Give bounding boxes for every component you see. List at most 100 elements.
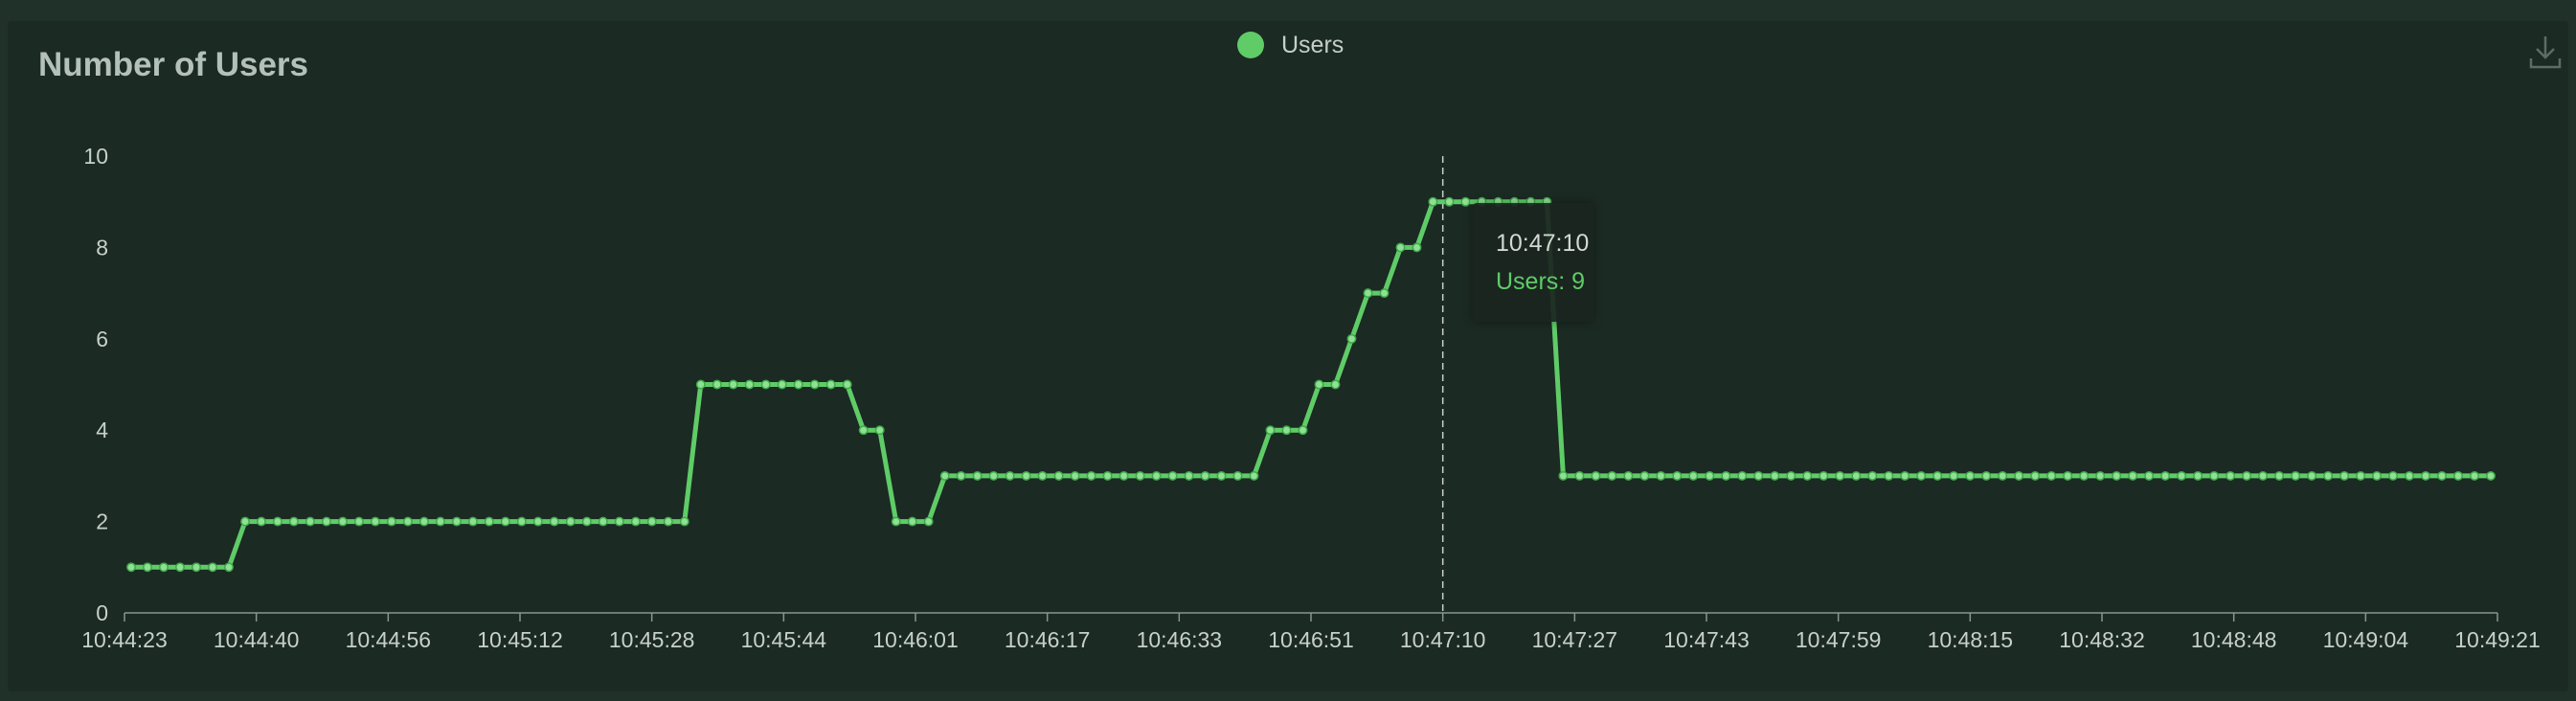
data-point — [1232, 470, 1243, 481]
data-point — [874, 425, 885, 436]
data-point — [1412, 242, 1422, 253]
data-point — [321, 516, 331, 527]
data-point — [240, 516, 250, 527]
data-point — [532, 516, 543, 527]
data-point — [272, 516, 282, 527]
data-point — [581, 516, 592, 527]
data-point — [793, 379, 803, 390]
data-point — [1200, 470, 1210, 481]
tooltip-value: Users: 9 — [1496, 268, 1586, 295]
x-tick-label: 10:45:12 — [477, 627, 563, 652]
data-point — [2437, 470, 2447, 481]
data-point — [663, 516, 673, 527]
data-point — [1770, 470, 1780, 481]
y-tick-label: 0 — [96, 600, 108, 625]
data-point — [2095, 470, 2106, 481]
data-point — [1184, 470, 1194, 481]
x-tick-label: 10:46:17 — [1005, 627, 1091, 652]
data-point — [451, 516, 462, 527]
data-point — [516, 516, 527, 527]
data-point — [2388, 470, 2398, 481]
data-point — [2339, 470, 2350, 481]
data-point — [907, 516, 917, 527]
data-point — [484, 516, 494, 527]
data-point — [1819, 470, 1829, 481]
x-tick-label: 10:48:48 — [2191, 627, 2277, 652]
data-point — [1444, 196, 1455, 207]
y-tick-label: 8 — [96, 235, 108, 260]
data-point — [2014, 470, 2024, 481]
data-point — [418, 516, 429, 527]
data-point — [2079, 470, 2090, 481]
data-point — [1591, 470, 1601, 481]
data-point — [1053, 470, 1064, 481]
x-tick-label: 10:47:10 — [1400, 627, 1486, 652]
x-tick-label: 10:46:51 — [1268, 627, 1354, 652]
data-point — [1281, 425, 1292, 436]
data-point — [679, 516, 689, 527]
x-tick-label: 10:47:59 — [1796, 627, 1882, 652]
data-point — [1705, 470, 1715, 481]
data-point — [305, 516, 315, 527]
data-point — [2291, 470, 2301, 481]
data-point — [1070, 470, 1080, 481]
data-point — [2372, 470, 2382, 481]
data-point — [467, 516, 478, 527]
data-point — [923, 516, 934, 527]
data-point — [1135, 470, 1145, 481]
data-point — [744, 379, 755, 390]
data-point — [126, 562, 136, 573]
data-point — [646, 516, 657, 527]
data-point — [2112, 470, 2122, 481]
data-point — [1835, 470, 1845, 481]
data-point — [2193, 470, 2203, 481]
y-tick-label: 10 — [83, 144, 108, 169]
data-point — [1460, 196, 1471, 207]
data-point — [402, 516, 413, 527]
series-line-users — [131, 199, 2491, 570]
data-point — [1916, 470, 1927, 481]
x-tick-label: 10:45:44 — [741, 627, 827, 652]
data-point — [353, 516, 364, 527]
data-point — [1574, 470, 1585, 481]
data-point — [1314, 379, 1324, 390]
data-point — [1949, 470, 1959, 481]
data-point — [1965, 470, 1976, 481]
y-tick-label: 4 — [96, 418, 108, 442]
data-point — [1216, 470, 1227, 481]
data-point — [549, 516, 559, 527]
data-point — [1753, 470, 1764, 481]
data-point — [2405, 470, 2414, 481]
data-point — [1151, 470, 1162, 481]
data-point — [712, 379, 722, 390]
data-point — [2160, 470, 2171, 481]
x-tick-label: 10:44:56 — [346, 627, 432, 652]
data-point — [1737, 470, 1748, 481]
data-point — [630, 516, 641, 527]
data-point — [224, 562, 234, 573]
data-point — [1363, 288, 1373, 299]
data-point — [159, 562, 169, 573]
data-point — [370, 516, 380, 527]
data-point — [2209, 470, 2220, 481]
data-point — [2421, 470, 2430, 481]
data-point — [1932, 470, 1943, 481]
data-point — [288, 516, 299, 527]
data-point — [192, 562, 201, 573]
data-point — [1623, 470, 1634, 481]
data-point — [386, 516, 396, 527]
x-tick-label: 10:49:04 — [2323, 627, 2409, 652]
data-point — [1395, 242, 1406, 253]
data-point — [2258, 470, 2269, 481]
x-tick-label: 10:46:33 — [1137, 627, 1223, 652]
line-chart: 0 2 4 6 8 10 10:44:23 10:44:40 10:44:56 10:45:12 1… — [81, 144, 2541, 652]
data-point — [1981, 470, 1992, 481]
data-point — [1265, 425, 1276, 436]
data-point — [1900, 470, 1910, 481]
data-point — [1786, 470, 1796, 481]
data-point — [337, 516, 348, 527]
data-point — [2046, 470, 2057, 481]
x-tick-label: 10:44:40 — [214, 627, 300, 652]
data-point — [2128, 470, 2138, 481]
data-point — [2274, 470, 2285, 481]
